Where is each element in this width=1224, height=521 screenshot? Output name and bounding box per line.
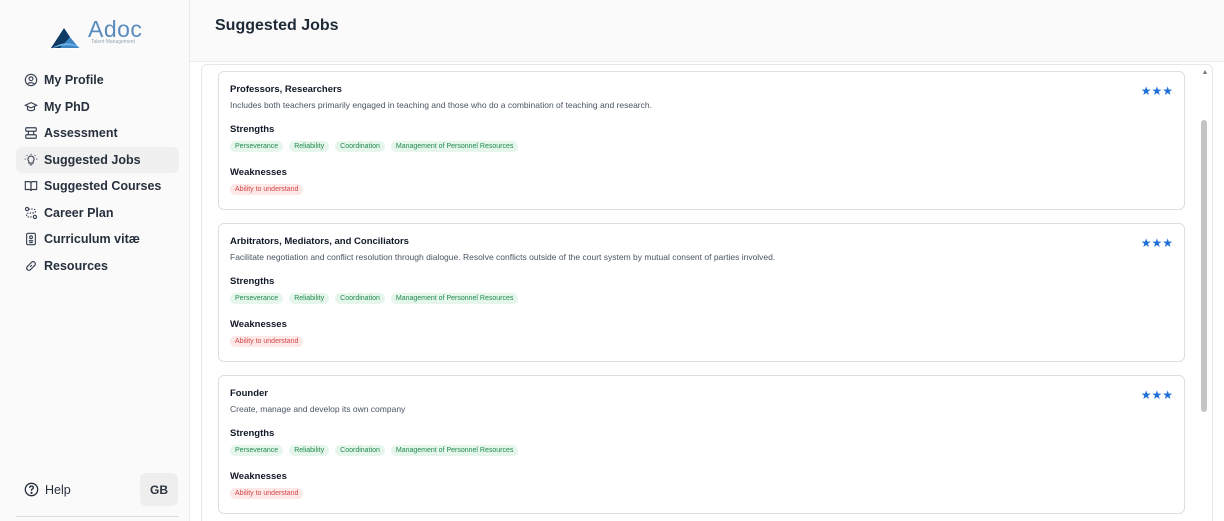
sidebar-item-label: Assessment bbox=[44, 126, 118, 141]
graduation-cap-icon bbox=[24, 101, 38, 112]
sidebar-item-assessment[interactable]: Assessment bbox=[16, 120, 179, 147]
strength-tag: Management of Personnel Resources bbox=[390, 445, 519, 456]
job-card[interactable]: Arbitrators, Mediators, and Conciliators… bbox=[218, 223, 1185, 362]
help-circle-icon bbox=[24, 482, 39, 497]
sidebar-item-label: Suggested Jobs bbox=[44, 152, 141, 167]
job-card[interactable]: Founder Create, manage and develop its o… bbox=[218, 375, 1185, 514]
job-list[interactable]: Professors, Researchers Includes both te… bbox=[201, 64, 1213, 521]
sidebar-item-label: My Profile bbox=[44, 73, 104, 88]
strengths-label: Strengths bbox=[230, 124, 275, 135]
job-rating-stars: ★★★ bbox=[1140, 388, 1173, 402]
weaknesses-label: Weaknesses bbox=[230, 167, 287, 178]
job-rating-stars: ★★★ bbox=[1140, 84, 1173, 98]
weaknesses-label: Weaknesses bbox=[230, 471, 287, 482]
strength-tags: Perseverance Reliability Coordination Ma… bbox=[230, 293, 519, 304]
sidebar-item-label: My PhD bbox=[44, 99, 90, 114]
strength-tag: Coordination bbox=[335, 293, 385, 304]
strength-tag: Coordination bbox=[335, 141, 385, 152]
weakness-tag: Ability to understand bbox=[230, 184, 304, 195]
user-avatar[interactable]: GB bbox=[140, 473, 178, 506]
user-circle-icon bbox=[24, 73, 38, 87]
page-title: Suggested Jobs bbox=[215, 17, 339, 34]
strength-tag: Reliability bbox=[289, 141, 330, 152]
sidebar-item-label: Career Plan bbox=[44, 205, 114, 220]
strength-tag: Perseverance bbox=[230, 445, 284, 456]
route-icon bbox=[24, 206, 38, 219]
strength-tag: Reliability bbox=[289, 293, 330, 304]
strength-tag: Perseverance bbox=[230, 141, 284, 152]
job-description: Facilitate negotiation and conflict reso… bbox=[230, 252, 776, 262]
sidebar-item-suggested-jobs[interactable]: Suggested Jobs bbox=[16, 146, 179, 173]
job-title: Founder bbox=[230, 388, 268, 399]
job-title: Arbitrators, Mediators, and Conciliators bbox=[230, 236, 409, 247]
page-header: Suggested Jobs bbox=[190, 0, 1224, 62]
strengths-label: Strengths bbox=[230, 428, 275, 439]
help-label: Help bbox=[45, 482, 71, 497]
brand-logo[interactable]: Adoc Talent Management bbox=[48, 16, 158, 50]
help-button[interactable]: Help bbox=[24, 482, 71, 497]
weakness-tags: Ability to understand bbox=[230, 184, 304, 195]
sidebar-item-label: Curriculum vitæ bbox=[44, 232, 140, 247]
sidebar-item-suggested-courses[interactable]: Suggested Courses bbox=[16, 173, 179, 200]
sidebar-item-curriculum-vitae[interactable]: Curriculum vitæ bbox=[16, 226, 179, 253]
scroll-up-arrow-icon[interactable]: ▲ bbox=[1200, 69, 1210, 79]
sidebar-item-label: Suggested Courses bbox=[44, 179, 162, 194]
job-rating-stars: ★★★ bbox=[1140, 236, 1173, 250]
adoc-logo-icon bbox=[50, 26, 81, 49]
strengths-label: Strengths bbox=[230, 276, 275, 287]
strength-tag: Management of Personnel Resources bbox=[390, 141, 519, 152]
job-card[interactable]: Professors, Researchers Includes both te… bbox=[218, 71, 1185, 210]
strength-tag: Management of Personnel Resources bbox=[390, 293, 519, 304]
strength-tag: Perseverance bbox=[230, 293, 284, 304]
sidebar-item-label: Resources bbox=[44, 258, 108, 273]
weakness-tags: Ability to understand bbox=[230, 488, 304, 499]
strength-tags: Perseverance Reliability Coordination Ma… bbox=[230, 445, 519, 456]
sidebar-item-career-plan[interactable]: Career Plan bbox=[16, 200, 179, 227]
strength-tag: Reliability bbox=[289, 445, 330, 456]
sidebar-nav: My Profile My PhD Assessment Suggested J… bbox=[16, 67, 179, 279]
sidebar: Adoc Talent Management My Profile My PhD… bbox=[0, 0, 190, 521]
weaknesses-label: Weaknesses bbox=[230, 319, 287, 330]
sidebar-item-my-phd[interactable]: My PhD bbox=[16, 94, 179, 121]
job-description: Includes both teachers primarily engaged… bbox=[230, 100, 652, 110]
book-open-icon bbox=[24, 181, 38, 192]
link-icon bbox=[26, 260, 36, 271]
sidebar-item-my-profile[interactable]: My Profile bbox=[16, 67, 179, 94]
job-description: Create, manage and develop its own compa… bbox=[230, 404, 406, 414]
strength-tag: Coordination bbox=[335, 445, 385, 456]
strength-tags: Perseverance Reliability Coordination Ma… bbox=[230, 141, 519, 152]
job-title: Professors, Researchers bbox=[230, 84, 342, 95]
sidebar-item-resources[interactable]: Resources bbox=[16, 253, 179, 280]
assessment-icon bbox=[25, 127, 37, 140]
brand-tagline: Talent Management bbox=[91, 39, 135, 45]
lightbulb-icon bbox=[24, 153, 38, 166]
scrollbar-thumb[interactable] bbox=[1201, 120, 1207, 412]
weakness-tag: Ability to understand bbox=[230, 488, 304, 499]
document-icon bbox=[26, 232, 36, 246]
sidebar-divider bbox=[16, 516, 179, 517]
weakness-tags: Ability to understand bbox=[230, 336, 304, 347]
weakness-tag: Ability to understand bbox=[230, 336, 304, 347]
